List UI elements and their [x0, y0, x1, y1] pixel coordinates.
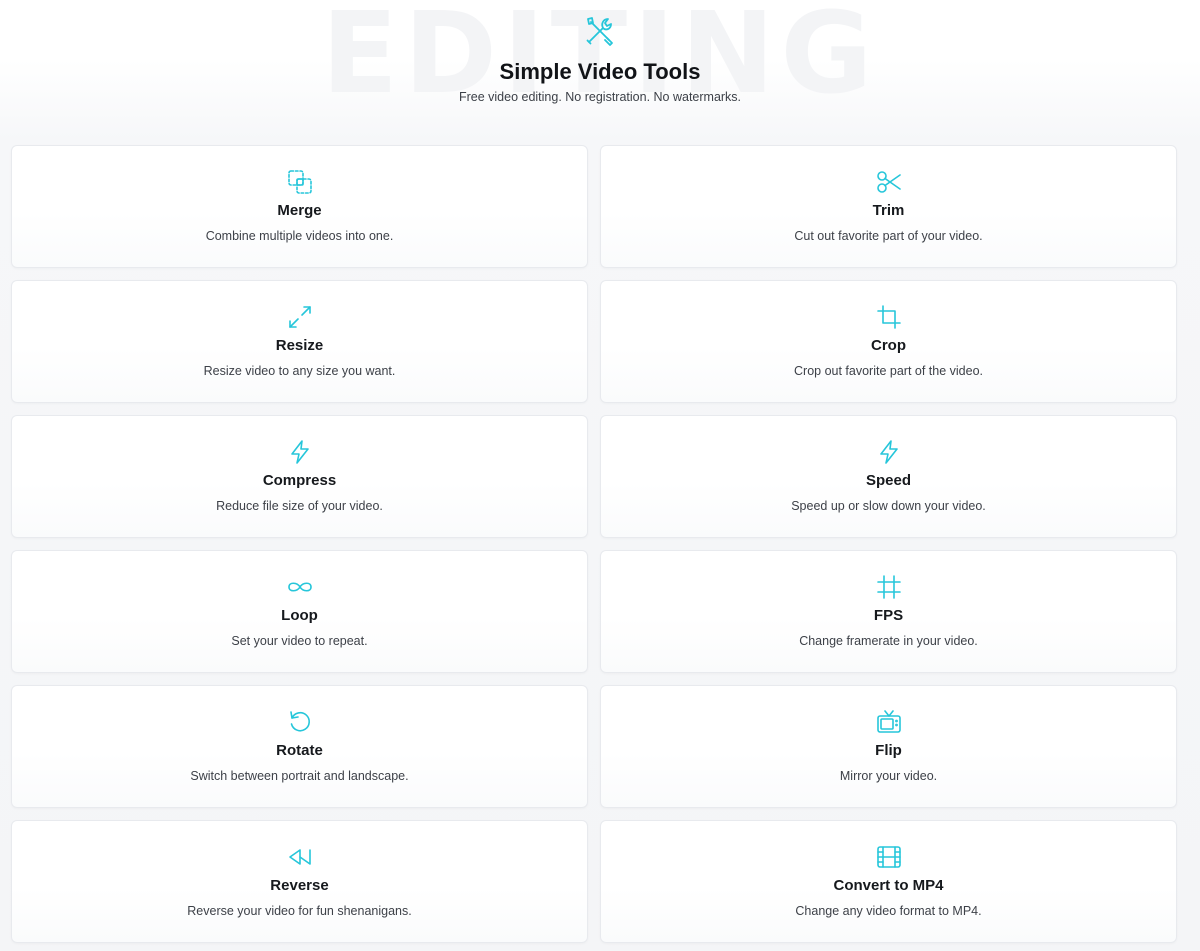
tool-title: Convert to MP4 — [833, 877, 944, 894]
page: EDITING Simple Video Tools Free video ed… — [0, 0, 1200, 951]
tool-description: Reverse your video for fun shenanigans. — [187, 904, 412, 918]
tools-grid: Merge Combine multiple videos into one. … — [11, 145, 1177, 943]
merge-icon — [287, 170, 312, 194]
tool-title: Reverse — [270, 877, 329, 894]
tool-card-crop[interactable]: Crop Crop out favorite part of the video… — [600, 280, 1177, 403]
tool-card-fps[interactable]: FPS Change framerate in your video. — [600, 550, 1177, 673]
tool-description: Reduce file size of your video. — [216, 499, 383, 513]
lightning-icon — [879, 440, 898, 464]
tool-card-compress[interactable]: Compress Reduce file size of your video. — [11, 415, 588, 538]
tool-description: Resize video to any size you want. — [203, 364, 396, 378]
tool-card-rotate[interactable]: Rotate Switch between portrait and lands… — [11, 685, 588, 808]
tool-title: Speed — [865, 472, 911, 489]
tool-card-loop[interactable]: Loop Set your video to repeat. — [11, 550, 588, 673]
tool-card-trim[interactable]: Trim Cut out favorite part of your video… — [600, 145, 1177, 268]
tool-title: Merge — [277, 202, 322, 219]
rewind-icon — [288, 849, 311, 865]
tool-card-merge[interactable]: Merge Combine multiple videos into one. — [11, 145, 588, 268]
tool-card-convert-to-mp4[interactable]: Convert to MP4 Change any video format t… — [600, 820, 1177, 943]
tool-description: Change framerate in your video. — [799, 634, 978, 648]
page-subtitle: Free video editing. No registration. No … — [458, 90, 742, 104]
tool-card-speed[interactable]: Speed Speed up or slow down your video. — [600, 415, 1177, 538]
tool-description: Set your video to repeat. — [231, 634, 368, 648]
tools-icon — [586, 17, 613, 46]
crop-icon — [876, 305, 901, 329]
tool-title: Rotate — [276, 742, 323, 759]
tool-title: Flip — [875, 742, 902, 759]
tool-description: Cut out favorite part of your video. — [794, 229, 983, 243]
tool-card-flip[interactable]: Flip Mirror your video. — [600, 685, 1177, 808]
tool-card-resize[interactable]: Resize Resize video to any size you want… — [11, 280, 588, 403]
tool-title: Trim — [872, 202, 905, 219]
tool-title: Compress — [262, 472, 337, 489]
infinity-icon — [287, 582, 312, 592]
tool-title: Resize — [275, 337, 324, 354]
tool-title: Loop — [281, 607, 318, 624]
tool-description: Change any video format to MP4. — [795, 904, 982, 918]
rotate-icon — [289, 711, 310, 732]
tool-description: Switch between portrait and landscape. — [190, 769, 409, 783]
page-title: Simple Video Tools — [499, 59, 701, 84]
tv-icon — [876, 710, 901, 733]
tool-description: Speed up or slow down your video. — [791, 499, 986, 513]
tool-description: Crop out favorite part of the video. — [794, 364, 983, 378]
tool-title: Crop — [871, 337, 906, 354]
lightning-icon — [290, 440, 309, 464]
tool-description: Mirror your video. — [839, 769, 938, 783]
film-icon — [876, 846, 901, 868]
tool-description: Combine multiple videos into one. — [205, 229, 394, 243]
tool-card-reverse[interactable]: Reverse Reverse your video for fun shena… — [11, 820, 588, 943]
tool-title: FPS — [873, 607, 904, 624]
resize-icon — [288, 306, 311, 328]
scissors-icon — [876, 171, 901, 193]
frame-icon — [876, 575, 901, 599]
header: Simple Video Tools Free video editing. N… — [0, 14, 1200, 105]
